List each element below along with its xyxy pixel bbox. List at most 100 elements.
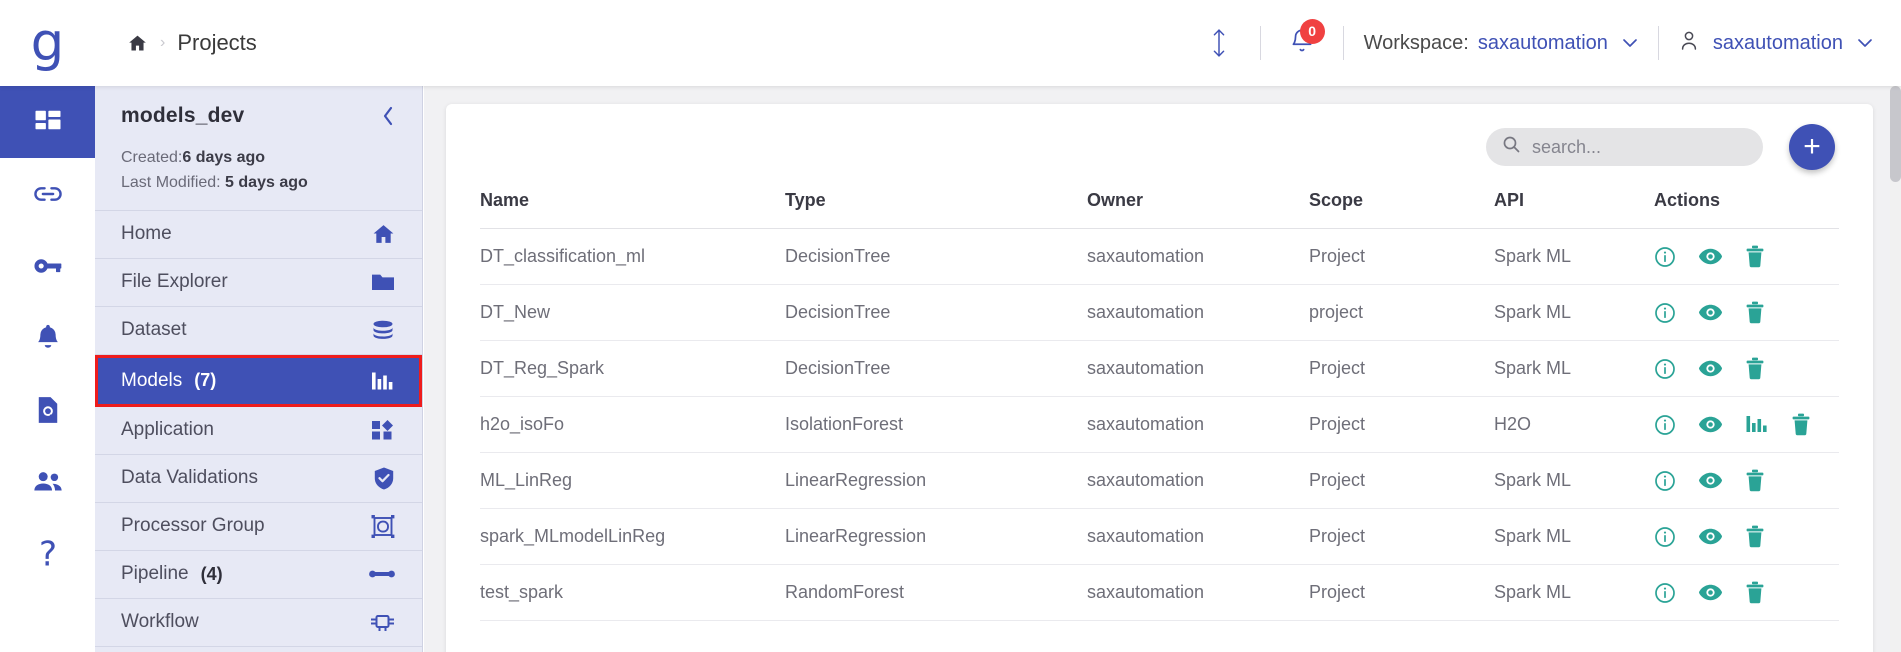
info-icon[interactable]: [1654, 246, 1676, 268]
header-divider-2: [1343, 26, 1344, 60]
delete-icon[interactable]: [1745, 469, 1765, 492]
sidebar-item-dataset[interactable]: Dataset: [95, 307, 422, 355]
search-box[interactable]: [1486, 128, 1763, 166]
page-scrollbar-thumb[interactable]: [1890, 86, 1901, 182]
add-model-button[interactable]: +: [1789, 124, 1835, 170]
table-row[interactable]: ML_LinRegLinearRegressionsaxautomationPr…: [480, 453, 1839, 509]
sidebar-item-label: Data Validations: [121, 467, 258, 489]
cell-name: test_spark: [480, 565, 785, 621]
rail-item-explore[interactable]: [0, 374, 95, 446]
workspace-selector[interactable]: Workspace: saxautomation: [1364, 32, 1638, 55]
home-icon: [371, 222, 396, 247]
sidebar-item-label: Workflow: [121, 611, 199, 633]
workspace-label: Workspace:: [1364, 32, 1469, 55]
delete-icon[interactable]: [1745, 245, 1765, 268]
apps-icon: [370, 418, 396, 442]
eye-icon[interactable]: [1698, 527, 1723, 546]
header-divider-1: [1260, 26, 1261, 60]
sidebar-item-models[interactable]: Models (7): [95, 355, 422, 407]
cell-actions: [1654, 453, 1839, 509]
models-table-body: DT_classification_mlDecisionTreesaxautom…: [480, 229, 1839, 621]
info-icon[interactable]: [1654, 302, 1676, 324]
bar-chart-icon[interactable]: [1745, 414, 1769, 436]
search-input[interactable]: [1532, 137, 1747, 158]
delete-icon[interactable]: [1745, 581, 1765, 604]
breadcrumb-separator: ›: [160, 35, 165, 51]
column-header-owner[interactable]: Owner: [1087, 190, 1309, 229]
rail-item-keys[interactable]: [0, 230, 95, 302]
cell-type: RandomForest: [785, 565, 1087, 621]
person-icon: [1679, 29, 1699, 58]
sidebar-item-label: Pipeline: [121, 563, 189, 585]
row-actions: [1654, 469, 1839, 492]
column-header-scope[interactable]: Scope: [1309, 190, 1494, 229]
delete-icon[interactable]: [1745, 525, 1765, 548]
cell-owner: saxautomation: [1087, 565, 1309, 621]
brand-logo[interactable]: g: [0, 0, 95, 86]
table-row[interactable]: test_sparkRandomForestsaxautomationProje…: [480, 565, 1839, 621]
column-header-type[interactable]: Type: [785, 190, 1087, 229]
cell-scope: Project: [1309, 397, 1494, 453]
sidebar-item-pipeline[interactable]: Pipeline (4): [95, 551, 422, 599]
info-icon[interactable]: [1654, 358, 1676, 380]
column-header-api[interactable]: API: [1494, 190, 1654, 229]
info-icon[interactable]: [1654, 414, 1676, 436]
sidebar-item-label: Application: [121, 419, 214, 441]
delete-icon[interactable]: [1745, 301, 1765, 324]
sidebar-item-home[interactable]: Home: [95, 211, 422, 259]
database-icon: [370, 318, 396, 342]
table-row[interactable]: h2o_isoFoIsolationForestsaxautomationPro…: [480, 397, 1839, 453]
eye-icon[interactable]: [1698, 583, 1723, 602]
table-row[interactable]: DT_Reg_SparkDecisionTreesaxautomationPro…: [480, 341, 1839, 397]
sidebar-item-data-validations[interactable]: Data Validations: [95, 455, 422, 503]
info-icon[interactable]: [1654, 470, 1676, 492]
workspace-value: saxautomation: [1478, 32, 1608, 55]
table-row[interactable]: DT_NewDecisionTreesaxautomationprojectSp…: [480, 285, 1839, 341]
folder-icon: [370, 270, 396, 294]
home-icon[interactable]: [127, 33, 148, 54]
sidebar-item-label: Home: [121, 223, 172, 245]
sidebar-item-file-explorer[interactable]: File Explorer: [95, 259, 422, 307]
eye-icon[interactable]: [1698, 471, 1723, 490]
info-icon[interactable]: [1654, 582, 1676, 604]
project-nav-list: Home File Explorer Dataset: [95, 210, 422, 647]
sidebar-item-processor-group[interactable]: Processor Group: [95, 503, 422, 551]
sidebar-item-workflow[interactable]: Workflow: [95, 599, 422, 647]
eye-icon[interactable]: [1698, 247, 1723, 266]
breadcrumb: › Projects: [95, 30, 257, 56]
cell-actions: [1654, 397, 1839, 453]
updown-arrows-icon[interactable]: [1198, 22, 1240, 64]
info-icon[interactable]: [1654, 526, 1676, 548]
delete-icon[interactable]: [1745, 357, 1765, 380]
app-root: g › Projects: [0, 0, 1901, 652]
eye-icon[interactable]: [1698, 303, 1723, 322]
column-header-actions: Actions: [1654, 190, 1839, 229]
cell-scope: Project: [1309, 341, 1494, 397]
sidebar-item-application[interactable]: Application: [95, 407, 422, 455]
left-icon-rail: ?: [0, 86, 95, 652]
delete-icon[interactable]: [1791, 413, 1811, 436]
rail-item-connections[interactable]: [0, 158, 95, 230]
cell-owner: saxautomation: [1087, 509, 1309, 565]
column-header-name[interactable]: Name: [480, 190, 785, 229]
eye-icon[interactable]: [1698, 359, 1723, 378]
table-row[interactable]: DT_classification_mlDecisionTreesaxautom…: [480, 229, 1839, 285]
chevron-down-icon: [1857, 36, 1873, 51]
cell-name: h2o_isoFo: [480, 397, 785, 453]
cell-type: DecisionTree: [785, 285, 1087, 341]
notification-bell[interactable]: 0: [1281, 23, 1323, 64]
rail-item-users[interactable]: [0, 446, 95, 518]
rail-item-alerts[interactable]: [0, 302, 95, 374]
page-scrollbar[interactable]: [1890, 86, 1901, 652]
project-sidebar: models_dev Created:6 days ago Last Modif…: [95, 86, 423, 652]
rail-item-dashboard[interactable]: [0, 86, 95, 158]
table-row[interactable]: spark_MLmodelLinRegLinearRegressionsaxau…: [480, 509, 1839, 565]
sidebar-item-label: File Explorer: [121, 271, 228, 293]
cell-name: DT_Reg_Spark: [480, 341, 785, 397]
header-actions: 0 Workspace: saxautomation saxautomation: [1198, 0, 1901, 86]
eye-icon[interactable]: [1698, 415, 1723, 434]
chevron-left-icon[interactable]: [374, 102, 402, 130]
rail-item-help[interactable]: ?: [0, 518, 95, 590]
created-value: 6 days ago: [182, 149, 265, 166]
user-menu[interactable]: saxautomation: [1679, 29, 1873, 58]
